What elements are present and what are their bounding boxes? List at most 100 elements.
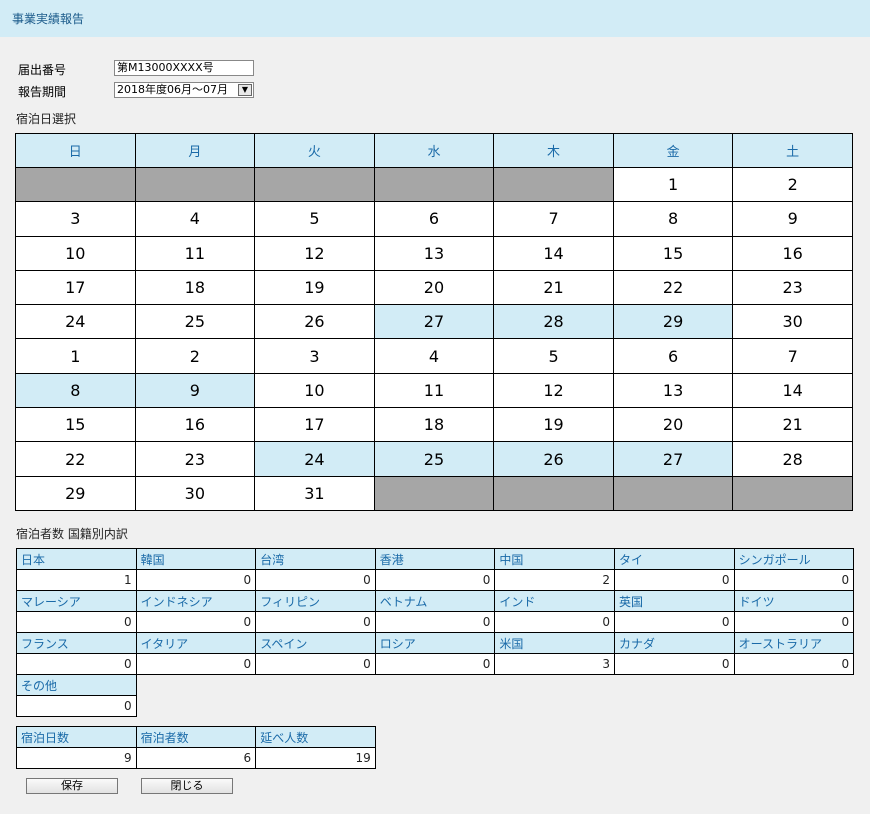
calendar-day-cell[interactable]: 3	[15, 201, 136, 237]
calendar-day-cell[interactable]: 26	[493, 441, 614, 477]
country-count-field[interactable]: 0	[374, 653, 496, 675]
country-count-field[interactable]: 0	[16, 611, 137, 633]
calendar-day-cell[interactable]: 29	[15, 475, 136, 511]
calendar-day-cell[interactable]: 5	[493, 338, 614, 374]
calendar-day-cell[interactable]: 23	[134, 441, 256, 477]
country-count-field[interactable]: 0	[374, 611, 496, 633]
stay-date-calendar: 日月火水木金土 1 2 3 4 5 6 7 8 9 10 11 12 13 14 15 16 17 18 19 20 2…	[15, 133, 853, 511]
calendar-day-cell[interactable]: 17	[15, 269, 136, 306]
calendar-day-cell[interactable]: 30	[732, 304, 853, 340]
calendar-day-cell[interactable]: 15	[612, 235, 734, 271]
country-count-field[interactable]: 0	[135, 569, 257, 591]
calendar-day-cell[interactable]: 22	[15, 441, 136, 477]
calendar-day-cell[interactable]: 9	[134, 372, 256, 409]
close-button[interactable]: 閉じる	[141, 778, 233, 794]
calendar-day-cell[interactable]: 20	[373, 269, 495, 306]
calendar-day-cell[interactable]: 14	[493, 235, 614, 271]
calendar-day-cell[interactable]: 11	[373, 372, 495, 409]
calendar-day-cell[interactable]: 24	[254, 441, 375, 477]
country-count-field[interactable]: 0	[255, 653, 376, 675]
calendar-day-cell[interactable]: 20	[612, 407, 734, 443]
calendar-day-cell[interactable]: 17	[254, 407, 375, 443]
country-count-field[interactable]: 0	[135, 653, 257, 675]
empty-cell	[734, 696, 854, 717]
calendar-day-cell[interactable]: 27	[373, 304, 495, 340]
country-name-label: 日本	[16, 548, 137, 570]
calendar-day-cell[interactable]: 18	[373, 407, 495, 443]
calendar-day-cell[interactable]: 13	[373, 235, 495, 271]
calendar-day-cell[interactable]: 7	[493, 201, 614, 237]
country-name-label: インドネシア	[135, 590, 257, 612]
calendar-day-cell[interactable]: 19	[254, 269, 375, 306]
calendar-day-cell[interactable]: 1	[15, 338, 136, 374]
calendar-day-cell[interactable]: 1	[612, 166, 734, 203]
calendar-day-cell[interactable]: 24	[15, 304, 136, 340]
calendar-day-cell[interactable]: 25	[134, 304, 256, 340]
country-name-label: 台湾	[255, 548, 376, 570]
country-count-field[interactable]: 0	[733, 653, 855, 675]
country-count-field[interactable]: 3	[494, 653, 615, 675]
calendar-day-cell[interactable]: 7	[732, 338, 853, 374]
country-count-field[interactable]: 2	[494, 569, 615, 591]
calendar-day-cell[interactable]: 27	[612, 441, 734, 477]
save-button[interactable]: 保存	[26, 778, 118, 794]
country-count-field[interactable]: 0	[16, 695, 137, 717]
calendar-day-cell[interactable]: 21	[493, 269, 614, 306]
notification-number-field[interactable]: 第M13000XXXX号	[114, 60, 254, 76]
calendar-day-cell[interactable]: 29	[612, 304, 734, 340]
report-period-select[interactable]: 2018年度06月～07月 ▼	[114, 82, 254, 98]
country-count-field[interactable]: 0	[135, 611, 257, 633]
country-count-field[interactable]: 0	[613, 611, 735, 633]
calendar-day-cell[interactable]: 30	[134, 475, 256, 511]
calendar-day-cell[interactable]: 9	[732, 201, 853, 237]
calendar-day-cell[interactable]: 5	[254, 201, 375, 237]
calendar-day-cell[interactable]: 22	[612, 269, 734, 306]
calendar-day-cell[interactable]: 12	[254, 235, 375, 271]
calendar-day-cell[interactable]: 31	[254, 475, 375, 511]
calendar-day-cell[interactable]: 2	[732, 166, 853, 203]
calendar-day-cell[interactable]: 16	[134, 407, 256, 443]
calendar-day-cell[interactable]: 16	[732, 235, 853, 271]
calendar-day-cell[interactable]: 3	[254, 338, 375, 374]
calendar-day-cell[interactable]: 4	[373, 338, 495, 374]
calendar-day-cell[interactable]: 19	[493, 407, 614, 443]
calendar-day-cell[interactable]: 21	[732, 407, 853, 443]
calendar-day-cell[interactable]: 13	[612, 372, 734, 409]
country-count-field[interactable]: 0	[733, 611, 855, 633]
country-count-field[interactable]: 0	[494, 611, 615, 633]
calendar-day-cell[interactable]: 25	[373, 441, 495, 477]
calendar-day-cell[interactable]: 4	[134, 201, 256, 237]
country-count-field[interactable]: 0	[16, 653, 137, 675]
calendar-week-row: 24 25 26 27 28 29 30	[15, 304, 853, 340]
notification-number-label: 届出番号	[18, 63, 67, 77]
calendar-day-cell[interactable]: 26	[254, 304, 375, 340]
calendar-day-cell[interactable]: 23	[732, 269, 853, 306]
weekday-header: 土	[732, 133, 853, 168]
calendar-day-cell[interactable]: 11	[134, 235, 256, 271]
calendar-day-cell[interactable]: 15	[15, 407, 136, 443]
empty-cell	[495, 696, 615, 717]
country-count-field[interactable]: 0	[733, 569, 855, 591]
calendar-day-cell[interactable]: 14	[732, 372, 853, 409]
calendar-day-cell[interactable]: 6	[373, 201, 495, 237]
calendar-week-row: 29 30 31	[15, 475, 853, 511]
country-count-field[interactable]: 0	[613, 569, 735, 591]
calendar-day-cell[interactable]: 6	[612, 338, 734, 374]
country-count-field[interactable]: 0	[255, 611, 376, 633]
chevron-down-icon[interactable]: ▼	[238, 84, 252, 96]
calendar-day-cell[interactable]: 18	[134, 269, 256, 306]
country-count-field[interactable]: 0	[255, 569, 376, 591]
calendar-day-cell[interactable]: 8	[15, 372, 136, 409]
calendar-day-cell[interactable]: 28	[732, 441, 853, 477]
calendar-day-cell[interactable]: 10	[15, 235, 136, 271]
country-name-label: 香港	[374, 548, 496, 570]
country-name-label: タイ	[613, 548, 735, 570]
country-count-field[interactable]: 0	[374, 569, 496, 591]
country-count-field[interactable]: 0	[613, 653, 735, 675]
calendar-day-cell[interactable]: 12	[493, 372, 614, 409]
country-count-field[interactable]: 1	[16, 569, 137, 591]
calendar-day-cell[interactable]: 28	[493, 304, 614, 340]
calendar-day-cell[interactable]: 2	[134, 338, 256, 374]
calendar-day-cell[interactable]: 8	[612, 201, 734, 237]
calendar-day-cell[interactable]: 10	[254, 372, 375, 409]
